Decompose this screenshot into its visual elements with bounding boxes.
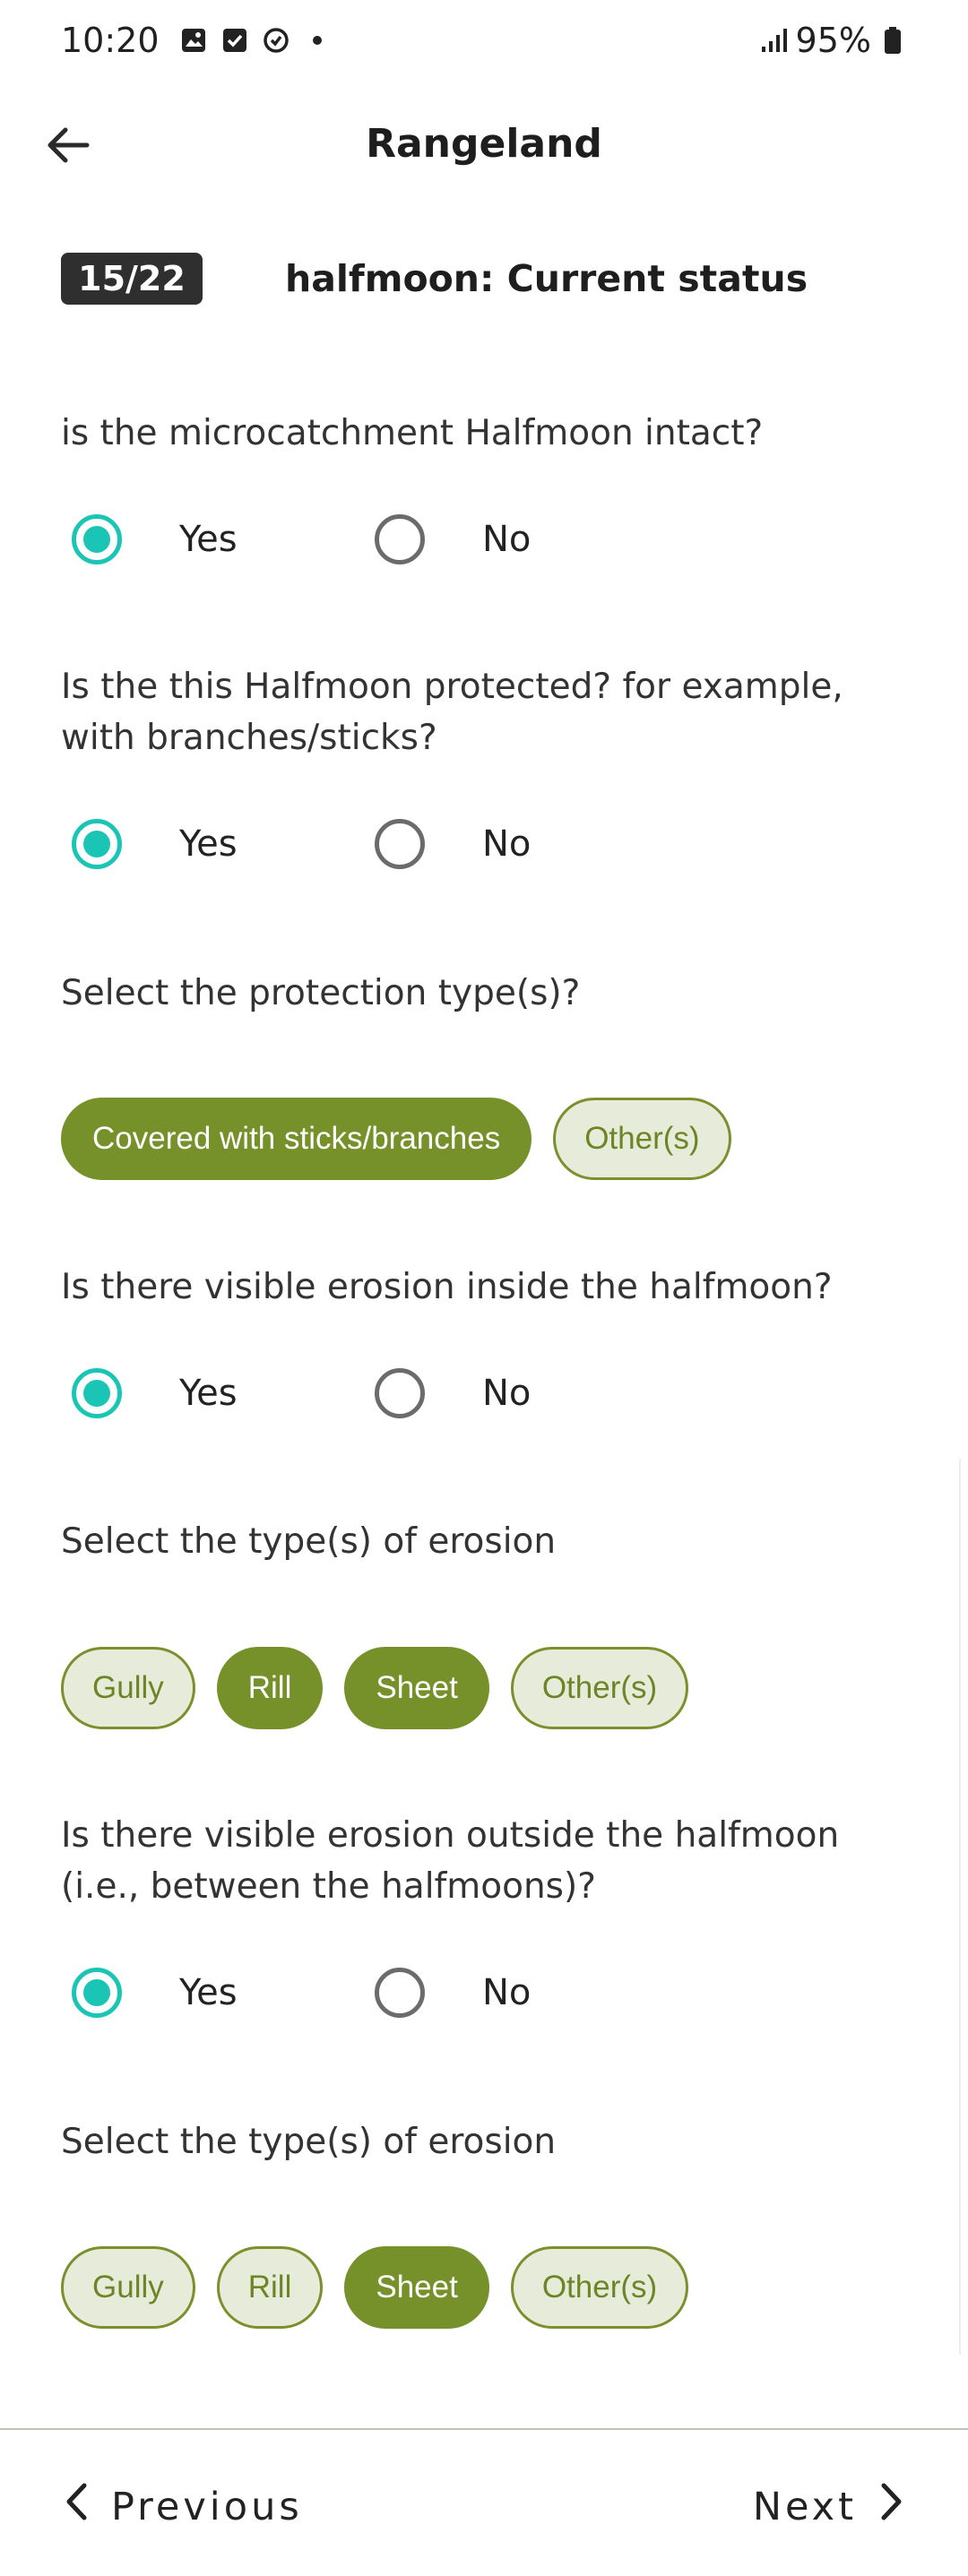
status-time: 10:20 xyxy=(61,21,160,60)
chip-gully[interactable]: Gully xyxy=(61,1647,195,1729)
chevron-right-icon xyxy=(878,2482,903,2531)
radio-button-unchecked[interactable] xyxy=(375,1968,425,2018)
arrow-left-icon xyxy=(46,125,91,168)
scrollbar[interactable] xyxy=(959,1459,968,2355)
radio-option-no[interactable]: No xyxy=(375,1968,678,2018)
question-label-erosion-type-inside: Select the type(s) of erosion xyxy=(61,1521,557,1562)
sync-notification-icon xyxy=(262,26,290,55)
radio-label-yes: Yes xyxy=(179,519,238,560)
checkbox-notification-icon xyxy=(220,26,249,55)
radio-label-no: No xyxy=(482,823,532,865)
radio-label-no: No xyxy=(482,1972,532,2013)
radio-button-unchecked[interactable] xyxy=(375,514,425,564)
status-bar: 10:20 95% xyxy=(0,0,968,81)
chip-others[interactable]: Other(s) xyxy=(553,1098,731,1180)
radio-option-yes[interactable]: Yes xyxy=(72,514,375,564)
section-title: halfmoon: Current status xyxy=(285,257,808,300)
radio-button-unchecked[interactable] xyxy=(375,819,425,869)
radio-group-erosion-inside: Yes No xyxy=(72,1368,678,1418)
chip-rill[interactable]: Rill xyxy=(216,1647,324,1729)
previous-button[interactable]: Previous xyxy=(65,2482,303,2531)
radio-label-yes: Yes xyxy=(179,1373,238,1414)
chip-sheet[interactable]: Sheet xyxy=(344,1647,489,1729)
chip-covered-with-sticks[interactable]: Covered with sticks/branches xyxy=(61,1098,532,1180)
question-label-erosion-inside: Is there visible erosion inside the half… xyxy=(61,1267,833,1307)
radio-button-checked[interactable] xyxy=(72,514,122,564)
status-right: 95% xyxy=(760,21,907,60)
radio-group-halfmoon-intact: Yes No xyxy=(72,514,678,564)
status-left: 10:20 xyxy=(61,21,332,60)
radio-label-no: No xyxy=(482,1373,532,1414)
app-bar: Rangeland xyxy=(0,99,968,188)
chip-group-protection-type: Covered with sticks/branches Other(s) xyxy=(61,1098,731,1180)
section-header: 15/22 halfmoon: Current status xyxy=(61,253,808,305)
question-label-erosion-outside: Is there visible erosion outside the hal… xyxy=(61,1815,840,1907)
gallery-notification-icon xyxy=(179,26,208,55)
signal-icon xyxy=(760,26,789,55)
question-label-halfmoon-intact: is the microcatchment Halfmoon intact? xyxy=(61,413,764,453)
back-button[interactable] xyxy=(39,118,97,176)
radio-label-yes: Yes xyxy=(179,823,238,865)
radio-label-yes: Yes xyxy=(179,1972,238,2013)
chip-others[interactable]: Other(s) xyxy=(510,2246,689,2329)
more-notifications-dot-icon xyxy=(303,26,332,55)
radio-option-no[interactable]: No xyxy=(375,514,678,564)
screen: 10:20 95% Rangeland 15/22 halfmoon: Curr… xyxy=(0,0,968,2576)
question-label-erosion-type-outside: Select the type(s) of erosion xyxy=(61,2122,557,2162)
battery-icon xyxy=(878,26,907,55)
radio-button-checked[interactable] xyxy=(72,1368,122,1418)
chip-group-erosion-type-inside: Gully Rill Sheet Other(s) xyxy=(61,1647,689,1729)
chip-group-erosion-type-outside: Gully Rill Sheet Other(s) xyxy=(61,2246,689,2329)
radio-option-no[interactable]: No xyxy=(375,819,678,869)
radio-button-unchecked[interactable] xyxy=(375,1368,425,1418)
question-counter-badge: 15/22 xyxy=(61,253,203,305)
radio-group-erosion-outside: Yes No xyxy=(72,1968,678,2018)
radio-button-checked[interactable] xyxy=(72,1968,122,2018)
question-label-protection-type: Select the protection type(s)? xyxy=(61,973,581,1013)
radio-option-yes[interactable]: Yes xyxy=(72,1368,375,1418)
radio-button-checked[interactable] xyxy=(72,819,122,869)
radio-option-yes[interactable]: Yes xyxy=(72,1968,375,2018)
radio-group-halfmoon-protected: Yes No xyxy=(72,819,678,869)
previous-label: Previous xyxy=(111,2484,303,2529)
chevron-left-icon xyxy=(65,2482,90,2531)
bottom-navigation: Previous Next xyxy=(0,2428,968,2576)
chip-others[interactable]: Other(s) xyxy=(510,1647,689,1729)
question-label-halfmoon-protected: Is the this Halfmoon protected? for exam… xyxy=(61,667,843,758)
radio-option-no[interactable]: No xyxy=(375,1368,678,1418)
chip-rill[interactable]: Rill xyxy=(216,2246,324,2329)
radio-option-yes[interactable]: Yes xyxy=(72,819,375,869)
next-label: Next xyxy=(752,2484,857,2529)
chip-sheet[interactable]: Sheet xyxy=(344,2246,489,2329)
battery-percent: 95% xyxy=(795,21,871,60)
app-title: Rangeland xyxy=(366,120,602,167)
radio-label-no: No xyxy=(482,519,532,560)
next-button[interactable]: Next xyxy=(753,2482,903,2531)
chip-gully[interactable]: Gully xyxy=(61,2246,195,2329)
